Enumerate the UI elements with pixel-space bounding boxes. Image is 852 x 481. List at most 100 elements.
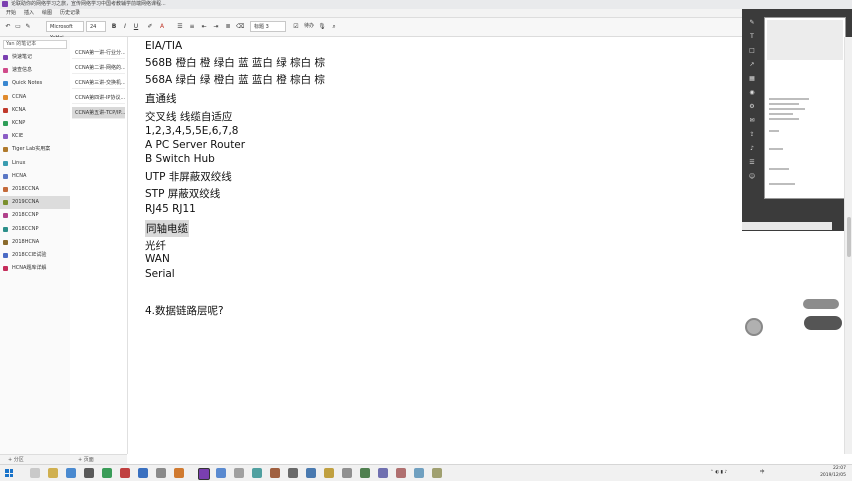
float-pill[interactable] xyxy=(803,299,839,309)
outdent-icon[interactable]: ⇤ xyxy=(200,21,208,32)
record-icon[interactable] xyxy=(745,318,763,336)
audio-icon[interactable]: ♪ xyxy=(748,145,756,153)
page-item[interactable]: CCNA第二讲-网络的... xyxy=(72,62,125,74)
page-item[interactable]: CCNA第五讲-TCP/IP... xyxy=(72,107,125,119)
list-icon[interactable]: ☰ xyxy=(748,159,756,167)
undo-icon[interactable]: ↶ xyxy=(4,21,12,32)
user-icon[interactable]: ☺ xyxy=(748,173,756,181)
bold-button[interactable]: B xyxy=(110,21,118,32)
app-icon[interactable] xyxy=(360,468,370,478)
notebook-item[interactable]: 快速笔记 xyxy=(0,51,70,64)
input-language[interactable]: 中 xyxy=(760,470,765,476)
app-icon[interactable] xyxy=(252,468,262,478)
text-icon[interactable]: T xyxy=(748,33,756,41)
pen-icon[interactable]: ✎ xyxy=(748,19,756,27)
app-icon[interactable] xyxy=(174,468,184,478)
app-icon[interactable] xyxy=(432,468,442,478)
notebook-item[interactable]: KCNA xyxy=(0,104,70,117)
italic-button[interactable]: I xyxy=(121,21,129,32)
font-name-select[interactable]: Microsoft YaHei xyxy=(46,21,84,41)
notebook-item[interactable]: Tiger Lab实用案 xyxy=(0,143,70,156)
tray-icons[interactable]: ⌃ ◐ ▮ ♪ xyxy=(710,470,727,476)
app-icon[interactable] xyxy=(270,468,280,478)
font-size-select[interactable]: 24 xyxy=(86,21,106,32)
window-title: 论联助你的网络学习之旅，宣传网络学习中国考教辅学前端网络课程... xyxy=(11,1,166,7)
underline-button[interactable]: U xyxy=(132,21,140,32)
media-icon[interactable] xyxy=(120,468,130,478)
clock-date[interactable]: 2019/12/05 xyxy=(806,473,846,479)
arrow-icon[interactable]: ↗ xyxy=(748,61,756,69)
notebook-item[interactable]: 2018HCNA xyxy=(0,236,70,249)
style-select[interactable]: 标题 3 xyxy=(250,21,286,32)
clipboard-icon[interactable]: ▭ xyxy=(14,21,22,32)
app-icon[interactable] xyxy=(342,468,352,478)
add-page-button[interactable]: + 页面 xyxy=(70,454,127,464)
float-status[interactable] xyxy=(804,316,842,330)
browser-icon[interactable] xyxy=(66,468,76,478)
notebook-item[interactable]: CCNA xyxy=(0,91,70,104)
notebook-item[interactable]: 2018CCNP xyxy=(0,209,70,222)
font-color-icon[interactable]: A xyxy=(158,21,166,32)
app-icon[interactable] xyxy=(234,468,244,478)
notebook-item[interactable]: 2018CCNA xyxy=(0,183,70,196)
add-section-button[interactable]: + 分区 xyxy=(0,454,70,464)
camera-icon[interactable]: ◉ xyxy=(748,89,756,97)
grid-icon[interactable]: ▦ xyxy=(748,75,756,83)
notebook-item[interactable]: 速查信息 xyxy=(0,64,70,77)
notebook-label: 速查信息 xyxy=(12,67,33,74)
find-icon[interactable]: ⌕ xyxy=(330,21,338,32)
note-page[interactable]: EIA/TIA 568B 橙白 橙 绿白 蓝 蓝白 绿 棕白 棕 568A 绿白… xyxy=(128,37,742,464)
clock-time[interactable]: 22:07 xyxy=(812,466,846,472)
app-icon[interactable] xyxy=(156,468,166,478)
app-icon[interactable] xyxy=(378,468,388,478)
checkbox-icon[interactable]: ☑ xyxy=(292,21,300,32)
align-icon[interactable]: ≣ xyxy=(224,21,232,32)
format-painter-icon[interactable]: ✎ xyxy=(24,21,32,32)
app-icon[interactable] xyxy=(288,468,298,478)
chat-app-icon[interactable] xyxy=(102,468,112,478)
notebook-switcher[interactable]: Yan 的笔记本 xyxy=(3,40,67,49)
windows-start-icon[interactable] xyxy=(5,469,13,477)
bullet-list-icon[interactable]: ☰ xyxy=(176,21,184,32)
todo-tag-button[interactable]: 待办 xyxy=(302,21,316,32)
mic-icon[interactable]: 🎙 xyxy=(318,21,326,32)
page-scrollbar[interactable] xyxy=(844,37,852,454)
terminal-icon[interactable] xyxy=(84,468,94,478)
mail-icon[interactable] xyxy=(138,468,148,478)
notebook-item[interactable]: HCNA xyxy=(0,170,70,183)
chat-icon[interactable]: ✉ xyxy=(748,117,756,125)
tab-home[interactable]: 开始 xyxy=(6,9,16,17)
note-line: 直通线 xyxy=(145,93,177,105)
notebook-item[interactable]: 2019CCNA xyxy=(0,196,70,210)
app-icon[interactable] xyxy=(216,468,226,478)
highlight-icon[interactable]: ✐ xyxy=(146,21,154,32)
notebook-item[interactable]: 2018CCNP xyxy=(0,223,70,236)
app-icon[interactable] xyxy=(396,468,406,478)
page-item[interactable]: CCNA第三讲-交换机... xyxy=(72,77,125,89)
notebook-item[interactable]: Linux xyxy=(0,157,70,170)
app-icon[interactable] xyxy=(306,468,316,478)
notebook-item[interactable]: 2018CCIE试验 xyxy=(0,249,70,262)
share-icon[interactable]: ⇪ xyxy=(748,131,756,139)
settings-icon[interactable]: ⚙ xyxy=(748,103,756,111)
search-icon[interactable] xyxy=(30,468,40,478)
page-item[interactable]: CCNA第一讲-行业分... xyxy=(72,47,125,59)
tab-draw[interactable]: 绘图 xyxy=(42,9,52,17)
indent-icon[interactable]: ⇥ xyxy=(212,21,220,32)
shape-icon[interactable]: □ xyxy=(748,47,756,55)
overlay-scrollbar[interactable] xyxy=(742,222,832,230)
notebook-item[interactable]: KCNP xyxy=(0,117,70,130)
onenote-taskbar-icon[interactable] xyxy=(198,468,210,480)
eraser-icon[interactable]: ⌫ xyxy=(236,21,244,32)
notebook-item[interactable]: KCIE xyxy=(0,130,70,143)
tab-insert[interactable]: 插入 xyxy=(24,9,34,17)
tab-history[interactable]: 历史记录 xyxy=(60,9,80,17)
app-icon[interactable] xyxy=(324,468,334,478)
explorer-icon[interactable] xyxy=(48,468,58,478)
notebook-item[interactable]: HCNA题库详解 xyxy=(0,262,70,275)
notebook-item[interactable]: Quick Notes xyxy=(0,77,70,90)
page-item[interactable]: CCNA第四讲-IP协议... xyxy=(72,92,125,104)
app-icon[interactable] xyxy=(414,468,424,478)
numbered-list-icon[interactable]: ≡ xyxy=(188,21,196,32)
scrollbar-thumb[interactable] xyxy=(847,217,851,257)
